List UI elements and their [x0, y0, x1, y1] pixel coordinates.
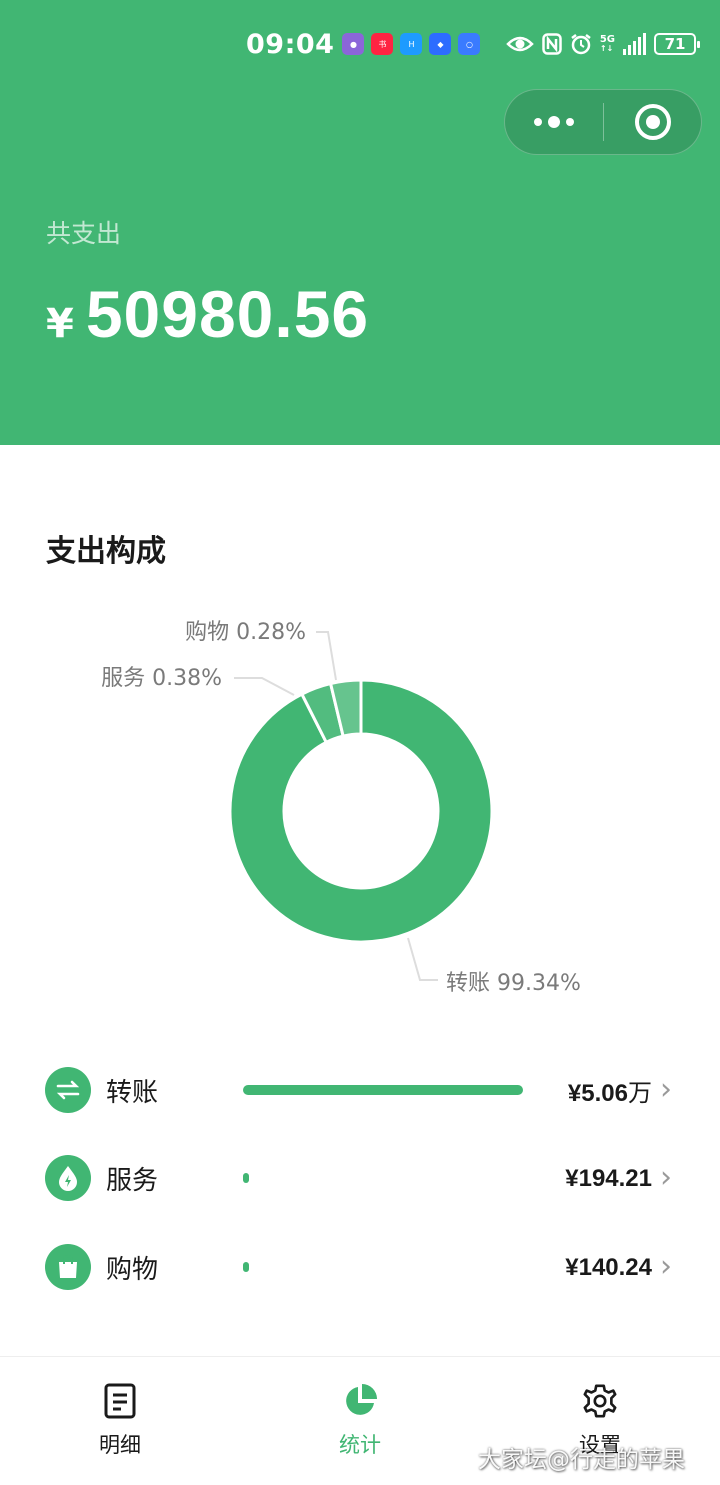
qq-browser-icon: ○: [458, 33, 481, 55]
gear-icon: [582, 1383, 618, 1419]
pie-chart-icon: [342, 1383, 378, 1419]
eye-icon: [506, 36, 534, 52]
category-bar-fill: [243, 1173, 249, 1183]
amount-prefix: ¥: [565, 1253, 579, 1281]
tab-statistics[interactable]: 统计: [240, 1357, 480, 1485]
slice-label-0: 转账 99.34%: [446, 971, 581, 996]
nfc-icon: [542, 33, 562, 55]
transfer-arrows-icon: [45, 1067, 91, 1113]
leader-line-2: [316, 631, 337, 681]
amount-number: 5.06: [581, 1079, 628, 1107]
network-indicator: 5G ↑↓: [600, 35, 615, 53]
amount-value: 50980.56: [85, 277, 370, 351]
xianyu-icon: H: [400, 33, 423, 55]
category-bar-fill: [243, 1085, 523, 1095]
chevron-right-icon: ›: [660, 1249, 672, 1284]
tab-details[interactable]: 明细: [0, 1357, 240, 1485]
more-dots-icon: [534, 118, 542, 126]
amount-number: 194.21: [578, 1164, 652, 1192]
category-bar: [243, 1085, 523, 1095]
chevron-right-icon: ›: [660, 1072, 672, 1107]
category-bar-fill: [243, 1262, 249, 1272]
currency-symbol: ¥: [46, 301, 74, 347]
service-drop-icon: [45, 1155, 91, 1201]
battery-icon: 71: [654, 33, 700, 55]
total-expense-amount: ¥ 50980.56: [46, 276, 369, 352]
amount-prefix: ¥: [567, 1079, 582, 1107]
tab-label: 统计: [339, 1433, 381, 1457]
category-name: 服务: [106, 1165, 159, 1196]
section-title: 支出构成: [46, 534, 166, 569]
signal-icon: [623, 33, 646, 55]
baidu-icon: ◆: [429, 33, 452, 55]
category-bar: [243, 1262, 523, 1272]
amount-number: 140.24: [578, 1253, 652, 1281]
bilibili-icon: ●: [342, 33, 365, 55]
amount-prefix: ¥: [565, 1164, 579, 1192]
category-amount: ¥140.24: [565, 1253, 652, 1282]
total-expense-label: 共支出: [46, 219, 122, 248]
expense-donut-chart: 转账 99.34% 服务 0.38% 购物 0.28%: [101, 620, 581, 996]
close-miniprogram-button[interactable]: [604, 90, 701, 154]
category-row-1[interactable]: 服务 ¥194.21 ›: [0, 1143, 720, 1213]
header: 09:04 ● 书 H ◆ ○ 5G ↑↓ 71 共支出 ¥ 50980.56: [0, 0, 720, 445]
battery-level: 71: [664, 35, 686, 53]
category-name: 转账: [106, 1077, 159, 1108]
slice-label-2: 购物 0.28%: [185, 620, 306, 645]
category-name: 购物: [106, 1254, 159, 1285]
status-bar: 09:04 ● 书 H ◆ ○ 5G ↑↓ 71: [246, 24, 700, 64]
signal-arrows-icon: ↑↓: [599, 44, 614, 53]
xiaohongshu-icon: 书: [371, 33, 394, 55]
tab-label: 明细: [99, 1433, 141, 1457]
more-dot-center: [548, 116, 560, 128]
more-dot-right: [566, 118, 574, 126]
document-icon: [102, 1383, 138, 1419]
category-row-2[interactable]: 购物 ¥140.24 ›: [0, 1232, 720, 1302]
miniprogram-capsule: [504, 89, 702, 155]
leader-line-1: [234, 677, 295, 696]
amount-unit: 万: [628, 1078, 652, 1107]
chevron-right-icon: ›: [660, 1160, 672, 1195]
leader-line-0: [407, 937, 438, 981]
category-bar: [243, 1173, 523, 1183]
shopping-bag-icon: [45, 1244, 91, 1290]
status-time: 09:04: [246, 28, 335, 60]
category-amount: ¥194.21: [565, 1164, 652, 1193]
notification-icons: ● 书 H ◆ ○: [342, 33, 481, 55]
slice-label-1: 服务 0.38%: [101, 666, 222, 691]
more-button[interactable]: [505, 90, 603, 154]
target-circle-icon: [634, 104, 671, 140]
system-icons: 5G ↑↓ 71: [506, 33, 700, 55]
category-amount: ¥5.06万: [568, 1073, 652, 1108]
watermark: 大家坛@行走的苹果: [478, 1447, 685, 1473]
category-row-0[interactable]: 转账 ¥5.06万 ›: [0, 1055, 720, 1125]
alarm-icon: [571, 34, 591, 55]
